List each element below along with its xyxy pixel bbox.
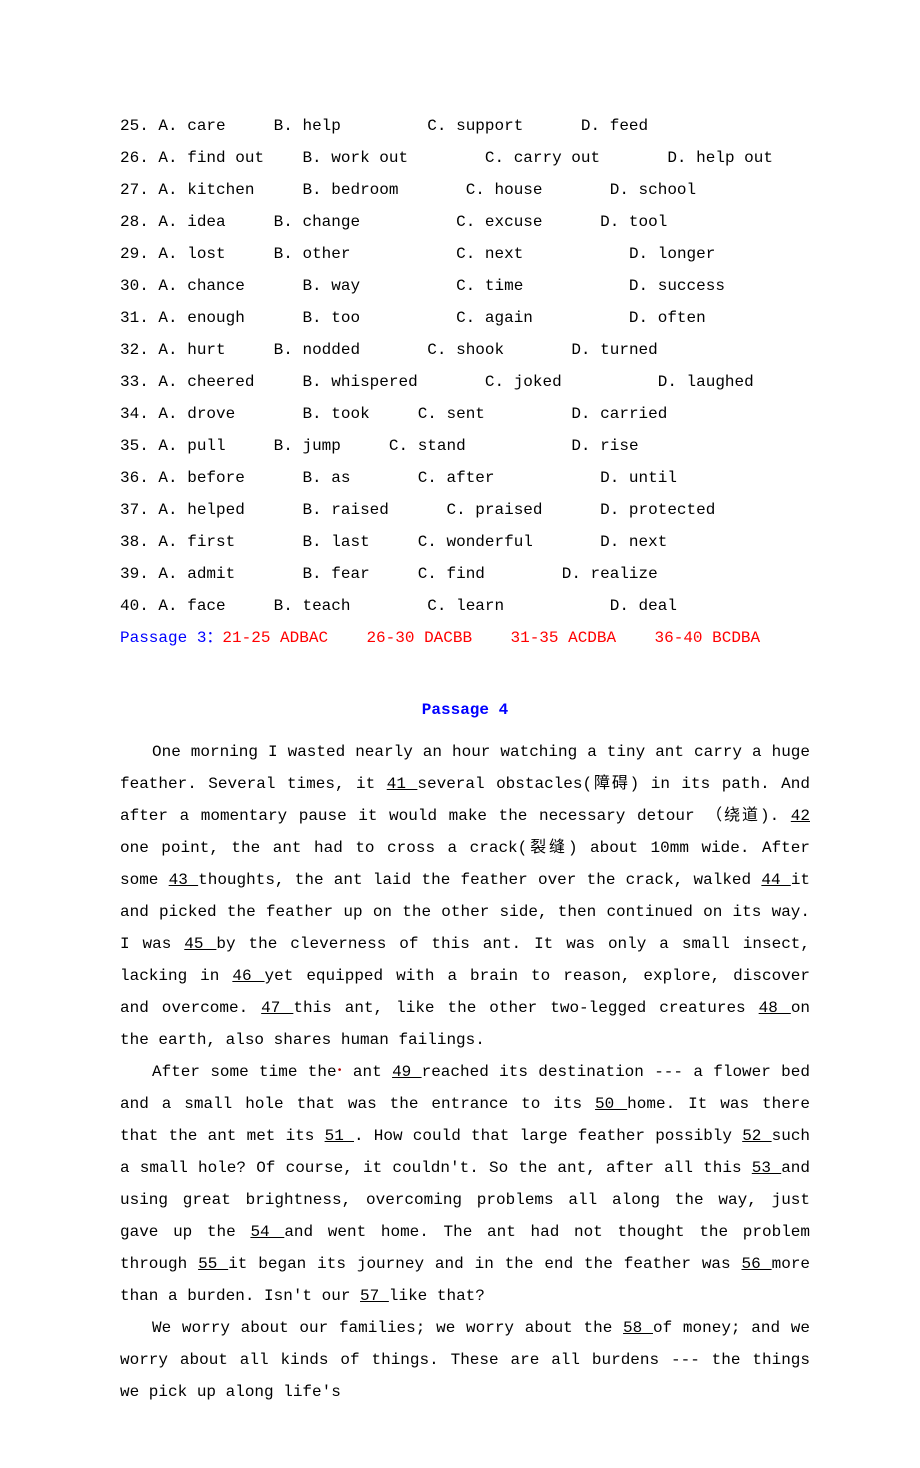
blank-53: 53 (752, 1159, 781, 1177)
document-page: 25. A. care B. help C. support D. feed 2… (0, 0, 920, 1468)
blank-50: 50 (595, 1095, 627, 1113)
blank-42: 42 (791, 807, 810, 825)
option-row-28: 28. A. idea B. change C. excuse D. tool (120, 206, 810, 238)
option-row-35: 35. A. pull B. jump C. stand D. rise (120, 430, 810, 462)
answer-key-label: Passage 3： (120, 629, 222, 647)
blank-55: 55 (198, 1255, 228, 1273)
option-row-40: 40. A. face B. teach C. learn D. deal (120, 590, 810, 622)
option-row-38: 38. A. first B. last C. wonderful D. nex… (120, 526, 810, 558)
passage4-title: Passage 4 (120, 694, 810, 726)
option-row-39: 39. A. admit B. fear C. find D. realize (120, 558, 810, 590)
options-block: 25. A. care B. help C. support D. feed 2… (120, 110, 810, 622)
option-row-32: 32. A. hurt B. nodded C. shook D. turned (120, 334, 810, 366)
option-row-34: 34. A. drove B. took C. sent D. carried (120, 398, 810, 430)
blank-48: 48 (759, 999, 791, 1017)
blank-41: 41 (387, 775, 418, 793)
option-row-26: 26. A. find out B. work out C. carry out… (120, 142, 810, 174)
blank-44: 44 (761, 871, 790, 889)
blank-43: 43 (169, 871, 198, 889)
option-row-31: 31. A. enough B. too C. again D. often (120, 302, 810, 334)
option-row-36: 36. A. before B. as C. after D. until (120, 462, 810, 494)
blank-46: 46 (232, 967, 264, 985)
option-row-37: 37. A. helped B. raised C. praised D. pr… (120, 494, 810, 526)
blank-58: 58 (623, 1319, 653, 1337)
answer-key-passage3: Passage 3：21-25 ADBAC 26-30 DACBB 31-35 … (120, 622, 810, 654)
blank-54: 54 (250, 1223, 284, 1241)
blank-52: 52 (742, 1127, 771, 1145)
option-row-27: 27. A. kitchen B. bedroom C. house D. sc… (120, 174, 810, 206)
option-row-30: 30. A. chance B. way C. time D. success (120, 270, 810, 302)
blank-57: 57 (360, 1287, 389, 1305)
passage4-para2: After some time the• ant 49 reached its … (120, 1056, 810, 1312)
option-row-25: 25. A. care B. help C. support D. feed (120, 110, 810, 142)
blank-49: 49 (392, 1063, 422, 1081)
passage4-para1: One morning I wasted nearly an hour watc… (120, 736, 810, 1056)
option-row-33: 33. A. cheered B. whispered C. joked D. … (120, 366, 810, 398)
passage4-para3: We worry about our families; we worry ab… (120, 1312, 810, 1408)
blank-45: 45 (184, 935, 216, 953)
blank-56: 56 (742, 1255, 772, 1273)
blank-51: 51 (325, 1127, 354, 1145)
option-row-29: 29. A. lost B. other C. next D. longer (120, 238, 810, 270)
blank-47: 47 (261, 999, 293, 1017)
